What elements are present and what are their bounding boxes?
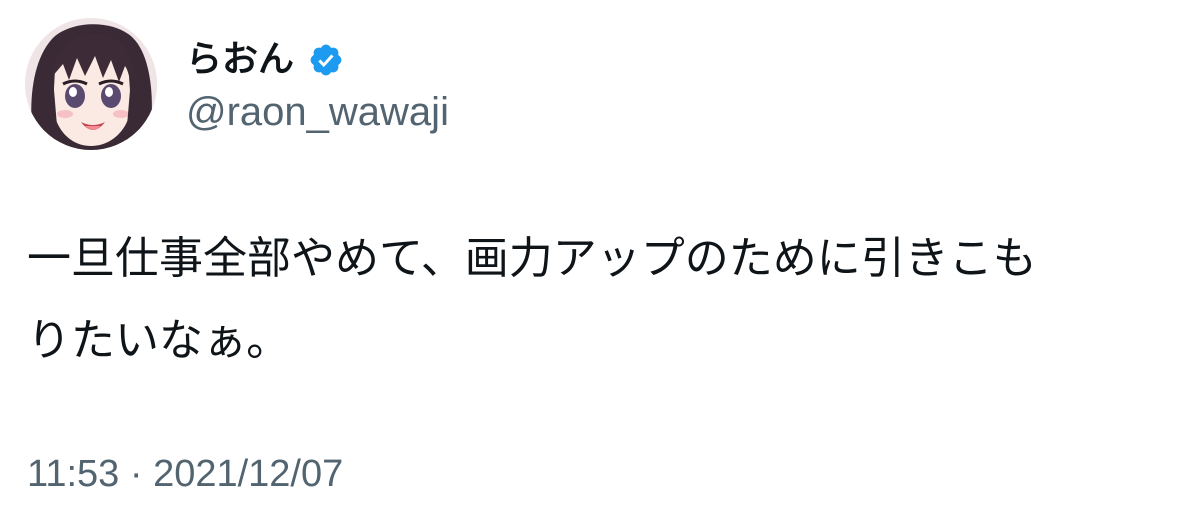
user-handle[interactable]: @raon_wawaji: [186, 88, 449, 136]
tweet-text-line: 一旦仕事全部やめて、画力アップのために引きこも: [27, 233, 1037, 284]
name-row: らおん: [186, 36, 449, 84]
display-name[interactable]: らおん: [186, 36, 294, 84]
tweet-text-line: りたいなぁ。: [27, 315, 291, 366]
avatar[interactable]: [25, 18, 157, 150]
verified-badge-icon: [308, 42, 344, 78]
meta-separator: ·: [129, 453, 143, 495]
tweet-text: 一旦仕事全部やめて、画力アップのために引きこも りたいなぁ。: [27, 218, 1157, 382]
anime-girl-avatar-icon: [25, 18, 157, 150]
tweet-time: 11:53: [27, 453, 120, 495]
tweet-card: らおん @raon_wawaji 一旦仕事全部やめて、画力アップのために引きこも…: [0, 0, 1179, 529]
tweet-timestamp[interactable]: 11:53 · 2021/12/07: [27, 448, 343, 500]
author-block: らおん @raon_wawaji: [186, 36, 449, 136]
tweet-date: 2021/12/07: [153, 453, 344, 495]
